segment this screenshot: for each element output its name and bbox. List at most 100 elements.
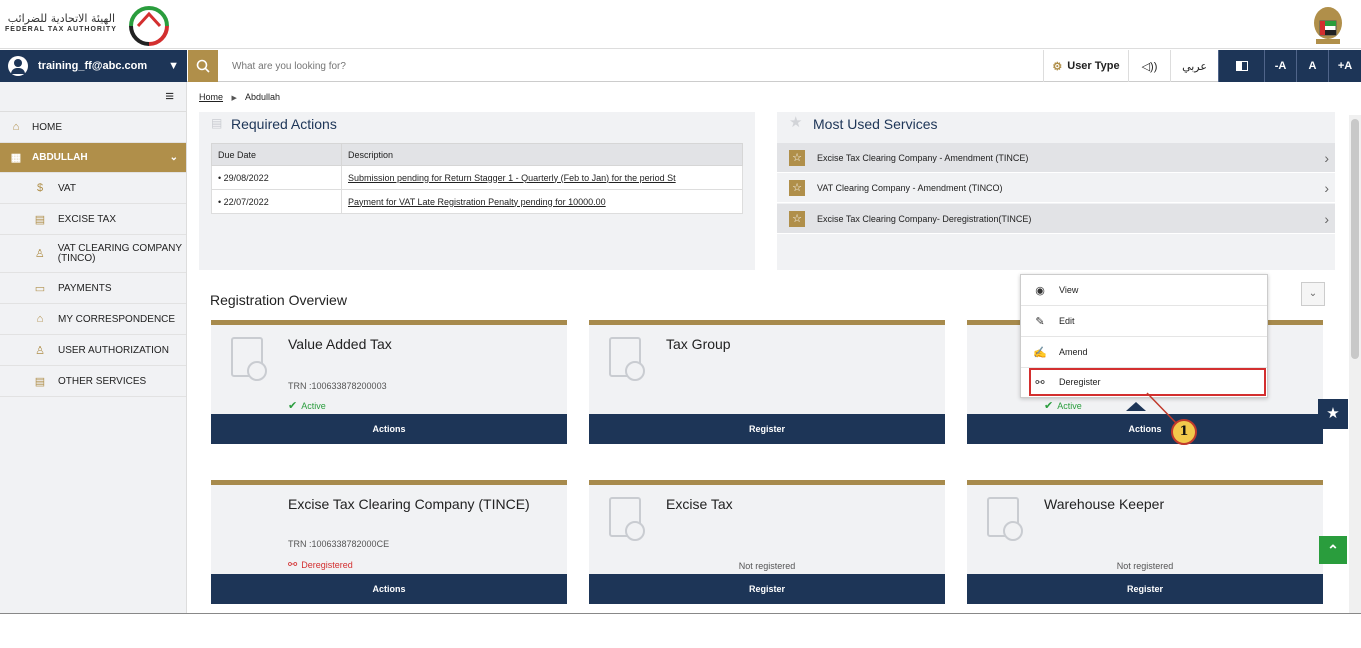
card-icon: ▭ [34, 282, 46, 295]
sidebar-item-label: HOME [32, 121, 62, 133]
logo-english: FEDERAL TAX AUTHORITY [5, 26, 117, 33]
sidebar-item-label: ABDULLAH [32, 152, 88, 163]
dropdown-caret [1126, 402, 1146, 411]
status-badge: ✔ Active [1044, 399, 1082, 412]
most-used-item[interactable]: ☆ VAT Clearing Company - Amendment (TINC… [777, 173, 1335, 203]
font-normal-button[interactable]: A [1296, 50, 1328, 82]
row-date: • 22/07/2022 [211, 189, 342, 214]
home-icon: ⌂ [12, 121, 20, 133]
user-auth-icon: ♙ [35, 344, 45, 357]
person-icon: ♙ [34, 247, 45, 260]
card-title: Warehouse Keeper [1044, 496, 1165, 512]
fta-logo-text[interactable]: الهيئة الاتحادية للضرائب FEDERAL TAX AUT… [5, 12, 145, 33]
actions-button[interactable]: Actions [211, 574, 567, 604]
logo-arabic: الهيئة الاتحادية للضرائب [7, 12, 115, 25]
status-badge: ✔ Active [288, 399, 326, 412]
sidebar-item-other-services[interactable]: ▤ OTHER SERVICES [0, 366, 186, 397]
sidebar-item-user-authorization[interactable]: ♙ USER AUTHORIZATION [0, 335, 186, 366]
arabic-language-button[interactable]: عربي [1170, 50, 1218, 82]
breadcrumb: Home ▶ Abdullah [199, 92, 280, 102]
eye-icon: ◉ [1035, 284, 1045, 297]
card-excise-tax: Excise Tax Not registered Register [589, 480, 945, 604]
calculator-icon [609, 497, 645, 541]
most-used-services-panel: ★ Most Used Services ☆ Excise Tax Cleari… [777, 112, 1335, 270]
status-text: Deregistered [301, 560, 353, 570]
uae-emblem-icon [1314, 7, 1342, 44]
status-text: Active [301, 401, 326, 411]
search-icon [196, 59, 210, 73]
menu-item-view[interactable]: ◉ View [1021, 275, 1267, 306]
register-button[interactable]: Register [967, 574, 1323, 604]
audio-button[interactable]: ◁)) [1128, 50, 1170, 82]
sidebar-item-label: VAT CLEARING COMPANY (TINCO) [57, 242, 182, 264]
page-scrollbar[interactable] [1349, 115, 1361, 613]
sidebar-item-correspondence[interactable]: ⌂ MY CORRESPONDENCE [0, 304, 186, 335]
font-decrease-button[interactable]: -A [1264, 50, 1296, 82]
favorite-star-icon[interactable]: ★ [1318, 399, 1348, 429]
most-used-item[interactable]: ☆ Excise Tax Clearing Company - Amendmen… [777, 143, 1335, 173]
font-increase-button[interactable]: +A [1328, 50, 1361, 82]
scroll-to-top-icon[interactable]: ⌃ [1319, 536, 1347, 564]
menu-item-amend[interactable]: ✍ Amend [1021, 337, 1267, 368]
nav-bar: training_ff@abc.com ▼ ⚙ User Type ◁)) عر… [0, 50, 1361, 82]
menu-item-label: Deregister [1059, 377, 1101, 387]
register-button[interactable]: Register [589, 414, 945, 444]
fta-logo-icon[interactable] [126, 4, 172, 46]
sidebar-item-excise-tax[interactable]: ▤ EXCISE TAX [0, 204, 186, 235]
required-actions-panel: ▤ Required Actions Due Date Description … [199, 112, 755, 270]
row-description-link[interactable]: Payment for VAT Late Registration Penalt… [341, 189, 743, 214]
actions-button[interactable]: Actions [967, 414, 1323, 444]
sidebar-item-label: EXCISE TAX [58, 213, 116, 225]
card-tax-group: Tax Group Register [589, 320, 945, 444]
star-icon: ☆ [789, 210, 805, 227]
sidebar-item-label: PAYMENTS [58, 282, 112, 294]
card-title: Tax Group [666, 336, 731, 352]
required-actions-table: Due Date Description • 29/08/2022 Submis… [211, 143, 743, 214]
status-text: Active [1057, 401, 1082, 411]
sidebar-item-vat-clearing[interactable]: ♙ VAT CLEARING COMPANY (TINCO) [0, 235, 186, 273]
menu-item-deregister[interactable]: ⚯ Deregister [1029, 368, 1266, 396]
menu-item-label: Edit [1059, 316, 1075, 326]
sidebar-item-payments[interactable]: ▭ PAYMENTS [0, 273, 186, 304]
sidebar-item-abdullah[interactable]: ▦ ABDULLAH ⌄ [0, 143, 186, 173]
user-menu[interactable]: training_ff@abc.com ▼ [0, 50, 187, 82]
breadcrumb-arrow-icon: ▶ [231, 95, 237, 102]
row-description-link[interactable]: Submission pending for Return Stagger 1 … [341, 165, 743, 190]
contrast-button[interactable] [1218, 50, 1264, 82]
user-type-button[interactable]: ⚙ User Type [1043, 50, 1128, 82]
most-used-title: Most Used Services [813, 116, 938, 132]
card-title: Excise Tax Clearing Company (TINCE) [288, 496, 530, 512]
table-header-row: Due Date Description [211, 143, 743, 166]
search-input[interactable] [222, 50, 922, 82]
sidebar-item-vat[interactable]: $ VAT [0, 173, 186, 204]
most-used-item[interactable]: ☆ Excise Tax Clearing Company- Deregistr… [777, 204, 1335, 234]
search-button[interactable] [188, 50, 218, 82]
star-icon: ★ [789, 114, 803, 131]
card-value-added-tax: Value Added Tax TRN :100633878200003 ✔ Ac… [211, 320, 567, 444]
contrast-icon [1235, 61, 1248, 71]
chevron-down-icon: ⌄ [169, 152, 178, 163]
sidebar-item-label: VAT [58, 182, 76, 194]
menu-item-label: Amend [1059, 347, 1088, 357]
clipboard-icon: ▤ [34, 375, 46, 388]
collapse-chevron-icon[interactable]: ⌄ [1301, 282, 1325, 306]
scrollbar-thumb[interactable] [1351, 119, 1359, 359]
sidebar-item-home[interactable]: ⌂ HOME [0, 112, 186, 143]
sidebar: ≡ ⌂ HOME ▦ ABDULLAH ⌄ $ VAT ▤ EXCISE TAX… [0, 82, 187, 613]
vat-icon: $ [36, 182, 44, 194]
avatar-icon [8, 56, 28, 76]
actions-button[interactable]: Actions [211, 414, 567, 444]
hamburger-menu-icon[interactable]: ≡ [0, 82, 186, 112]
menu-item-edit[interactable]: ✎ Edit [1021, 306, 1267, 337]
breadcrumb-home-link[interactable]: Home [199, 92, 223, 102]
most-used-label: Excise Tax Clearing Company- Deregistrat… [817, 213, 1032, 224]
not-registered-text: Not registered [1116, 561, 1174, 571]
card-trn: TRN :1006338782000CE [288, 539, 390, 549]
card-title: Excise Tax [666, 496, 733, 512]
top-header: الهيئة الاتحادية للضرائب FEDERAL TAX AUT… [0, 0, 1361, 49]
card-title: Value Added Tax [288, 336, 392, 352]
user-email: training_ff@abc.com [38, 60, 148, 72]
star-icon: ☆ [789, 179, 805, 196]
building-icon: ⌂ [36, 313, 44, 325]
register-button[interactable]: Register [589, 574, 945, 604]
